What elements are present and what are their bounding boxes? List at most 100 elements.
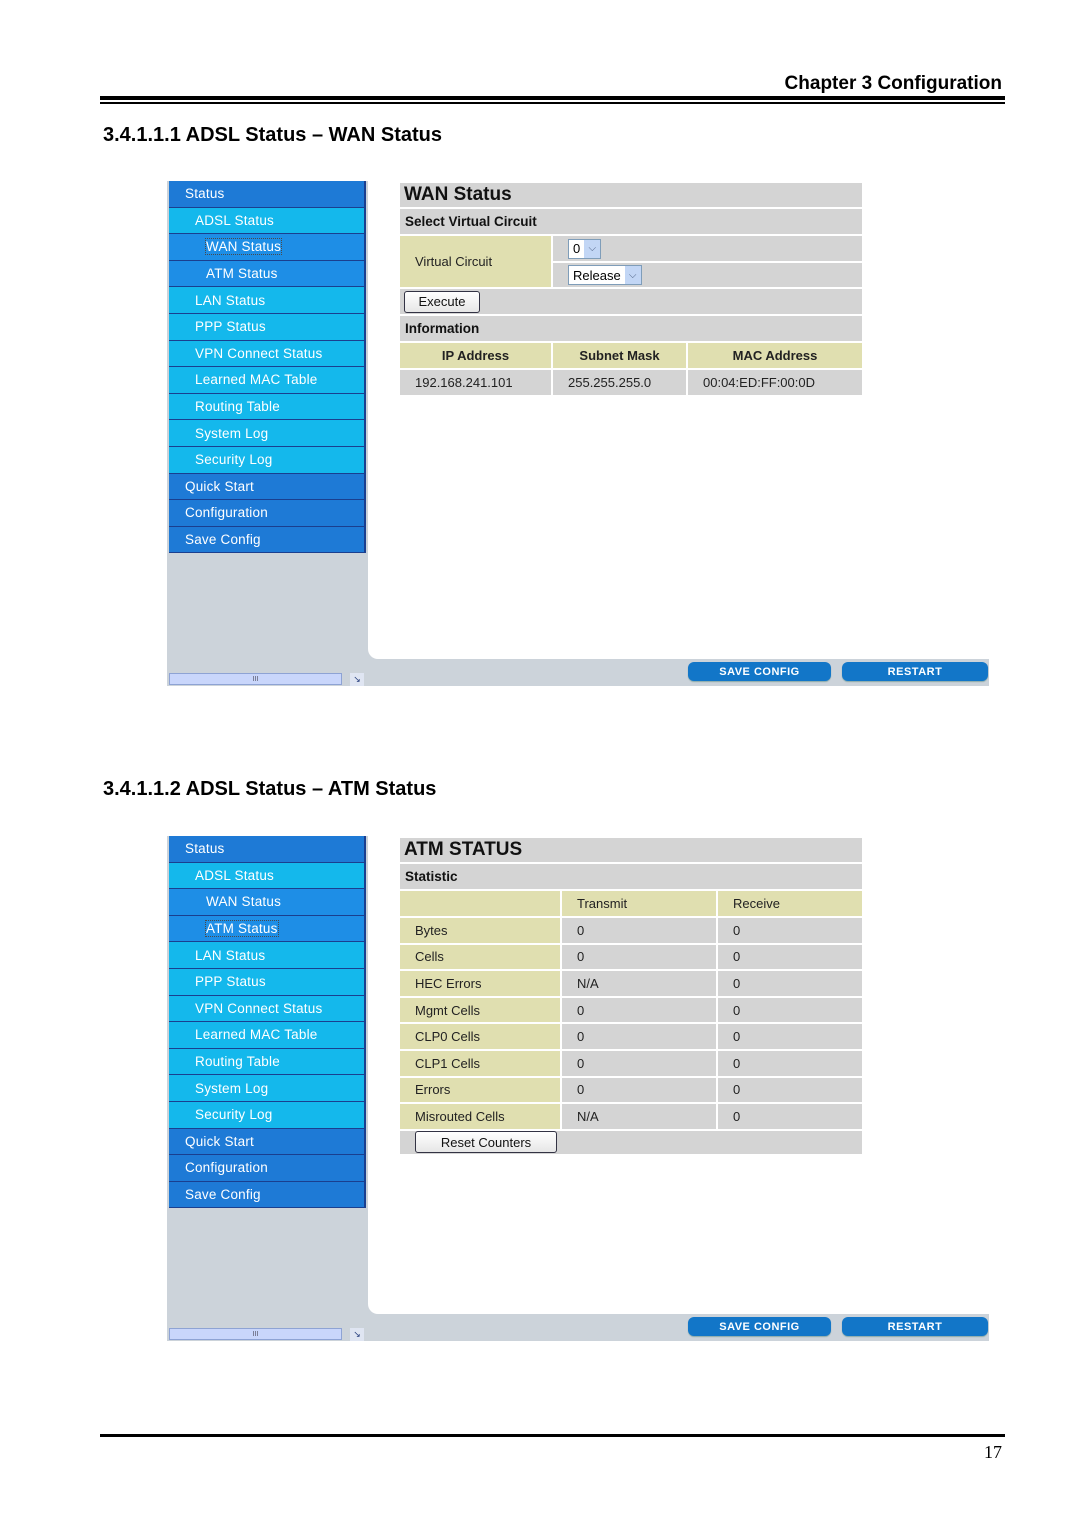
sidebar-item-quick-start[interactable]: Quick Start (169, 473, 366, 501)
sidebar-item-routing-table[interactable]: Routing Table (169, 393, 366, 421)
save-config-button[interactable]: SAVE CONFIG (688, 662, 831, 681)
horizontal-scrollbar[interactable]: III (169, 1328, 342, 1340)
save-config-button[interactable]: SAVE CONFIG (688, 1317, 831, 1336)
sidebar-item-learned-mac-table[interactable]: Learned MAC Table (169, 367, 366, 394)
vc-label: Virtual Circuit (400, 236, 553, 287)
bottom-bar: SAVE CONFIG RESTART (368, 659, 989, 686)
sidebar-item-label: Routing Table (195, 399, 280, 415)
page-title: ATM STATUS (400, 838, 862, 864)
wan-panel: WAN Status Select Virtual Circuit Virtua… (400, 183, 862, 397)
sidebar-item-label: Save Config (185, 1187, 261, 1203)
sidebar-item-system-log[interactable]: System Log (169, 1075, 366, 1102)
table-row: CLP1 Cells 0 0 (400, 1050, 862, 1078)
table-row: Errors 0 0 (400, 1077, 862, 1105)
sidebar-item-quick-start[interactable]: Quick Start (169, 1128, 366, 1156)
sidebar-item-label: Security Log (195, 1107, 273, 1123)
stat-label: HEC Errors (400, 971, 562, 996)
sidebar-item-label: Save Config (185, 532, 261, 548)
column-header: MAC Address (688, 343, 862, 368)
transmit-value: 0 (562, 997, 718, 1023)
sidebar-item-vpn-connect-status[interactable]: VPN Connect Status (169, 995, 366, 1023)
vc-select[interactable]: 0 ⌵ (568, 238, 602, 259)
sidebar-item-adsl-status[interactable]: ADSL Status (169, 207, 366, 235)
scroll-right-arrow-icon[interactable]: ↘ (350, 673, 364, 686)
horizontal-scrollbar[interactable]: III (169, 673, 342, 685)
sidebar-item-configuration[interactable]: Configuration (169, 1155, 366, 1182)
sidebar-item-security-log[interactable]: Security Log (169, 446, 366, 474)
table-row: Cells 0 0 (400, 944, 862, 972)
page-title: WAN Status (400, 183, 862, 209)
sidebar-item-routing-table[interactable]: Routing Table (169, 1048, 366, 1076)
section-label: Select Virtual Circuit (400, 209, 862, 236)
sidebar-item-label: LAN Status (195, 947, 266, 963)
sidebar-item-wan-status[interactable]: WAN Status (169, 234, 366, 261)
transmit-value: 0 (562, 944, 718, 970)
sidebar-item-lan-status[interactable]: LAN Status (169, 942, 366, 969)
sidebar-item-label: System Log (195, 425, 269, 441)
sidebar-item-label: VPN Connect Status (195, 345, 323, 361)
sidebar-item-atm-status[interactable]: ATM Status (169, 915, 366, 943)
sidebar-item-adsl-status[interactable]: ADSL Status (169, 862, 366, 890)
sidebar-item-label: Routing Table (195, 1054, 280, 1070)
sidebar-item-security-log[interactable]: Security Log (169, 1101, 366, 1129)
table-row: HEC Errors N/A 0 (400, 971, 862, 998)
vc-row: Virtual Circuit 0 ⌵ Release ⌵ (400, 236, 862, 289)
sidebar-item-save-config[interactable]: Save Config (169, 526, 366, 554)
action-select[interactable]: Release ⌵ (568, 265, 642, 285)
stat-label: CLP0 Cells (400, 1024, 562, 1049)
sidebar-item-status[interactable]: Status (169, 181, 366, 208)
chapter-header: Chapter 3 Configuration (784, 73, 1002, 94)
receive-value: 0 (718, 1077, 862, 1103)
sidebar-item-label: System Log (195, 1080, 269, 1096)
receive-value: 0 (718, 944, 862, 970)
chevron-down-icon: ⌵ (584, 239, 601, 258)
table-row: Misrouted Cells N/A 0 (400, 1104, 862, 1131)
transmit-value: 0 (562, 918, 718, 943)
column-header: Subnet Mask (553, 343, 688, 368)
transmit-value: N/A (562, 1104, 718, 1129)
info-header-row: IP Address Subnet Mask MAC Address (400, 343, 862, 370)
column-header: Receive (718, 891, 862, 916)
sidebar-item-system-log[interactable]: System Log (169, 420, 366, 447)
sidebar-item-ppp-status[interactable]: PPP Status (169, 968, 366, 996)
content-area: WAN Status Select Virtual Circuit Virtua… (368, 181, 989, 659)
stat-label: Cells (400, 944, 562, 970)
sidebar-nav: Status ADSL Status WAN Status ATM Status LAN… (169, 181, 366, 554)
sidebar-item-label: WAN Status (206, 894, 282, 910)
stats-header-row: Transmit Receive (400, 891, 862, 918)
vc-controls: 0 ⌵ Release ⌵ (553, 236, 862, 287)
reset-counters-button[interactable]: Reset Counters (415, 1131, 557, 1154)
sidebar-item-save-config[interactable]: Save Config (169, 1181, 366, 1209)
section-label: Statistic (400, 864, 862, 891)
sidebar-item-label: Status (185, 841, 225, 857)
sidebar-item-status[interactable]: Status (169, 836, 366, 863)
sidebar-item-learned-mac-table[interactable]: Learned MAC Table (169, 1022, 366, 1049)
sidebar-item-configuration[interactable]: Configuration (169, 500, 366, 527)
ip-address: 192.168.241.101 (400, 370, 553, 395)
sidebar-item-label: Status (185, 186, 225, 202)
receive-value: 0 (718, 918, 862, 943)
header-rule (100, 96, 1005, 100)
restart-button[interactable]: RESTART (842, 1317, 988, 1336)
sidebar-item-atm-status[interactable]: ATM Status (169, 260, 366, 288)
sidebar-item-wan-status[interactable]: WAN Status (169, 889, 366, 916)
table-row: Mgmt Cells 0 0 (400, 997, 862, 1025)
sidebar-item-label: WAN Status (204, 238, 283, 256)
scrollbar-grip: III (252, 675, 259, 683)
transmit-value: 0 (562, 1077, 718, 1103)
action-select-cell: Release ⌵ (553, 263, 862, 287)
wan-status-screenshot: Status ADSL Status WAN Status ATM Status LAN… (167, 181, 989, 686)
sidebar-item-vpn-connect-status[interactable]: VPN Connect Status (169, 340, 366, 368)
sidebar-item-label: Quick Start (185, 1133, 254, 1149)
section-heading-wan: 3.4.1.1.1 ADSL Status – WAN Status (103, 124, 442, 146)
info-section-label: Information (400, 316, 862, 343)
sidebar-item-label: Configuration (185, 505, 268, 521)
sidebar-item-label: ATM Status (205, 920, 279, 938)
scroll-right-arrow-icon[interactable]: ↘ (350, 1328, 364, 1341)
reset-row: Reset Counters (400, 1130, 862, 1156)
sidebar-item-lan-status[interactable]: LAN Status (169, 287, 366, 314)
execute-button[interactable]: Execute (404, 290, 480, 313)
restart-button[interactable]: RESTART (842, 662, 988, 681)
vc-select-value: 0 (573, 241, 581, 256)
sidebar-item-ppp-status[interactable]: PPP Status (169, 313, 366, 341)
